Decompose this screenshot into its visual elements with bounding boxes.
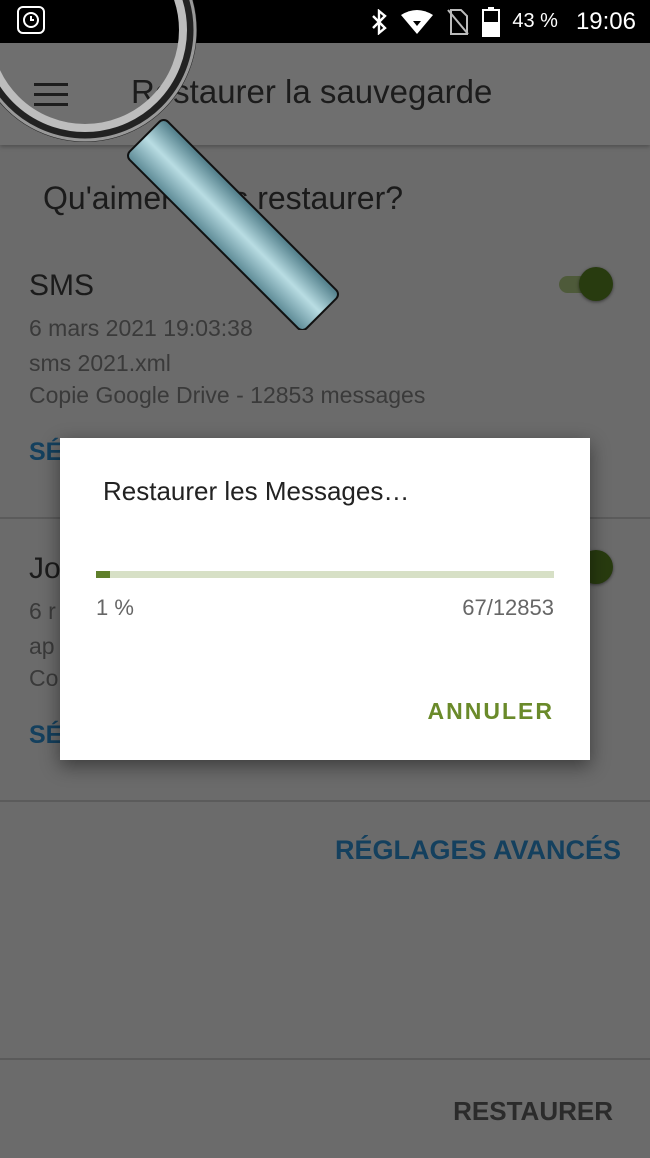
battery-percent: 43 % [512,10,558,32]
divider [0,800,650,802]
alarm-clock-icon [17,6,45,34]
wifi-icon [401,9,434,34]
sms-toggle[interactable] [557,267,615,301]
progress-percent: 1 % [96,595,134,620]
calls-item-title: Jo [29,552,61,585]
progress-count: 67/12853 [462,595,554,620]
restore-question: Qu'aimer vous restaurer? [43,180,404,216]
clock: 19:06 [575,7,636,35]
calls-file: ap [29,633,55,659]
app-bar: Restaurer la sauvegarde [0,43,650,145]
cancel-button[interactable]: ANNULER [428,698,554,725]
sms-item-title: SMS [29,269,95,302]
page-title: Restaurer la sauvegarde [131,73,493,110]
sms-select-link[interactable]: SÉ [29,438,62,467]
bluetooth-icon [372,8,388,35]
dialog-title: Restaurer les Messages… [103,476,410,506]
bottom-bar: RESTAURER [0,1058,650,1158]
battery-icon [482,6,501,37]
status-bar: 43 % 19:06 [0,0,650,43]
restore-button[interactable]: RESTAURER [453,1096,613,1127]
sms-source: Copie Google Drive - 12853 messages [29,382,426,408]
restore-progress-dialog: Restaurer les Messages… 1 % 67/12853 ANN… [60,438,590,760]
calls-date: 6 r [29,598,56,624]
progress-fill [96,571,110,578]
advanced-settings-link[interactable]: RÉGLAGES AVANCÉS [335,835,621,866]
calls-source: Co [29,665,59,691]
sms-date: 6 mars 2021 19:03:38 [29,315,253,341]
hamburger-menu-icon[interactable] [34,83,68,107]
sms-file: sms 2021.xml [29,350,171,376]
calls-select-link[interactable]: SÉ [29,721,62,750]
no-sim-icon [447,8,470,35]
progress-bar [96,571,554,578]
